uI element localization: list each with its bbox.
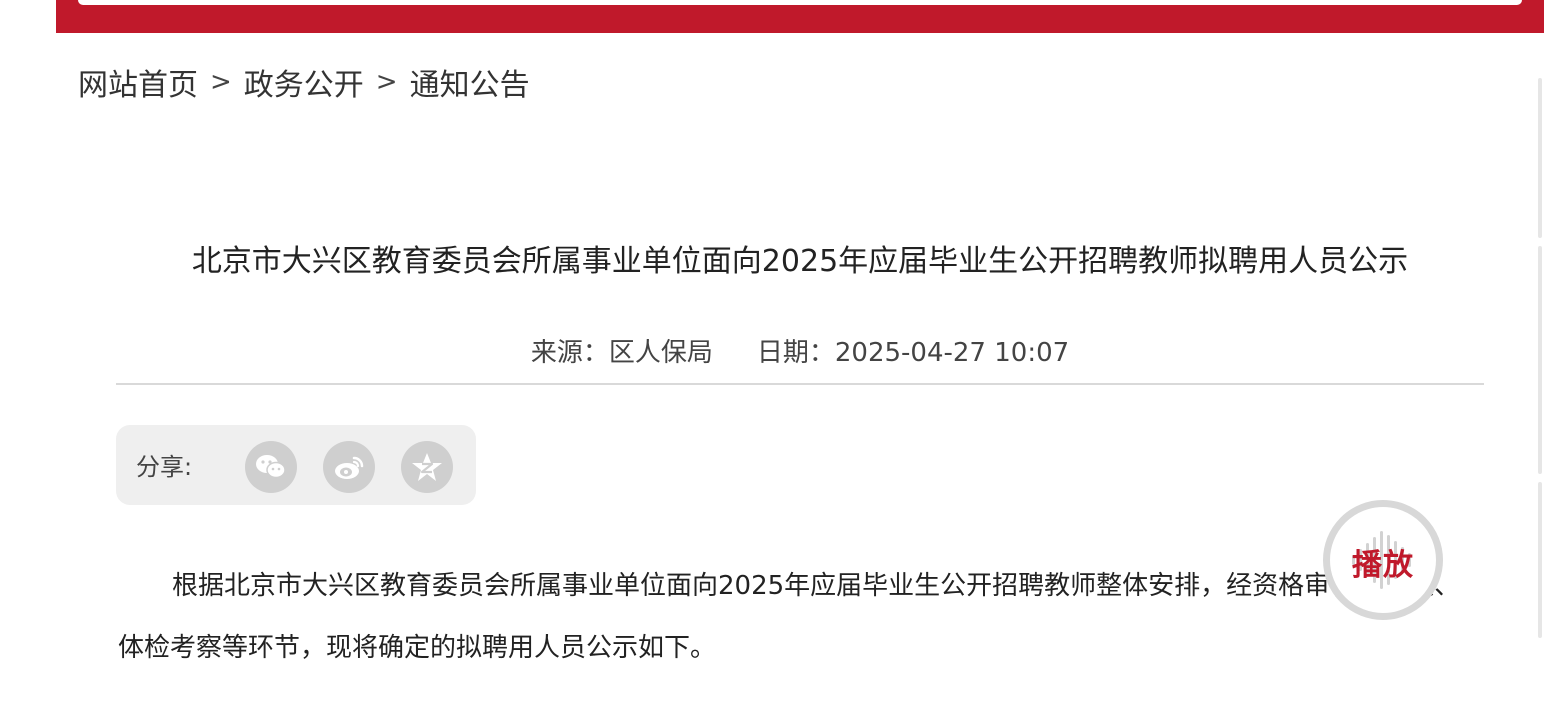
scrollbar-segment: [1538, 482, 1542, 638]
article-title: 北京市大兴区教育委员会所属事业单位面向2025年应届毕业生公开招聘教师拟聘用人员…: [191, 244, 1409, 279]
article-meta: 来源：区人保局 日期：2025-04-27 10:07: [116, 332, 1484, 369]
article-body: 根据北京市大兴区教育委员会所属事业单位面向2025年应届毕业生公开招聘教师整体安…: [118, 571, 1461, 663]
source-label: 来源：: [530, 338, 609, 368]
page: 网站首页 > 政务公开 > 通知公告 北京市大兴区教育委员会所属事业单位面向20…: [0, 0, 1544, 720]
play-label: 播放: [1352, 548, 1414, 583]
share-label: 分享:: [136, 453, 193, 481]
scrollbar-segment: [1538, 246, 1542, 474]
source-value: 区人保局: [608, 338, 713, 368]
scrollbar-segment: [1538, 78, 1542, 238]
breadcrumb-home[interactable]: 网站首页: [78, 60, 198, 104]
breadcrumb: 网站首页 > 政务公开 > 通知公告: [78, 60, 530, 104]
wechat-icon: [256, 455, 286, 479]
breadcrumb-gov-affairs[interactable]: 政务公开: [244, 60, 364, 104]
share-bar: 分享:: [116, 425, 476, 505]
date-label: 日期：: [756, 338, 835, 368]
header-search-strip[interactable]: [78, 0, 1522, 5]
wechat-share-button[interactable]: [245, 441, 297, 493]
weibo-icon: [335, 456, 364, 479]
qzone-share-button[interactable]: [401, 441, 453, 493]
weibo-share-button[interactable]: [323, 441, 375, 493]
breadcrumb-notices[interactable]: 通知公告: [410, 60, 530, 104]
qzone-icon: [412, 453, 442, 481]
breadcrumb-separator: >: [210, 67, 232, 97]
play-audio-button[interactable]: 播放: [1323, 500, 1443, 620]
divider: [116, 383, 1484, 385]
date-value: 2025-04-27 10:07: [834, 338, 1070, 368]
breadcrumb-separator: >: [375, 67, 398, 97]
scrollbar[interactable]: [1538, 78, 1544, 638]
